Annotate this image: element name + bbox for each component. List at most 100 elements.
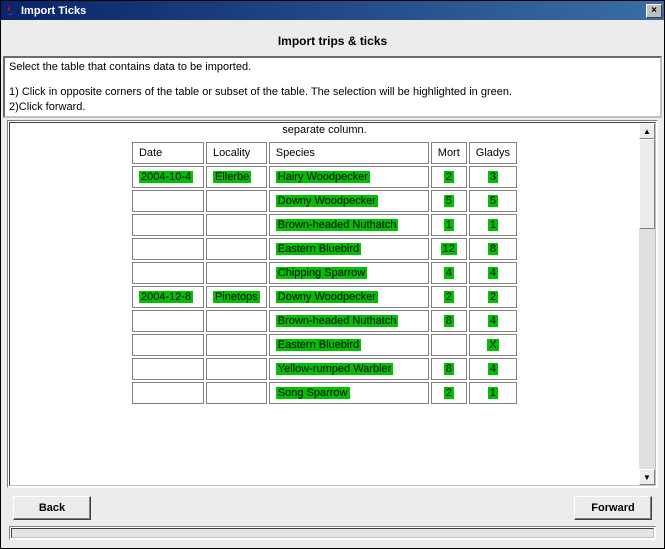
highlighted-value: 1 [488, 219, 498, 231]
cell-locality[interactable] [206, 262, 267, 284]
cell-mort[interactable]: 1 [431, 214, 467, 236]
scroll-down-icon[interactable]: ▼ [639, 469, 655, 485]
cell-mort[interactable]: 8 [431, 310, 467, 332]
cell-gladys[interactable]: 4 [469, 310, 517, 332]
highlighted-value: 2 [444, 291, 454, 303]
highlighted-value: 1 [488, 387, 498, 399]
cell-mort[interactable]: 4 [431, 262, 467, 284]
java-icon [3, 4, 17, 18]
vertical-scrollbar[interactable]: ▲ ▼ [639, 123, 655, 485]
cell-species[interactable]: Song Sparrow [269, 382, 429, 404]
back-button[interactable]: Back [13, 496, 91, 520]
close-icon[interactable]: × [646, 4, 662, 18]
table-row[interactable]: Song Sparrow 2 1 [132, 382, 517, 404]
cell-species[interactable]: Eastern Bluebird [269, 334, 429, 356]
table-row[interactable]: 2004-10-4 Ellerbe Hairy Woodpecker 2 3 [132, 166, 517, 188]
highlighted-value: Downy Woodpecker [276, 291, 378, 303]
highlighted-value: Ellerbe [213, 171, 251, 183]
table-row[interactable]: Downy Woodpecker 55 [132, 190, 517, 212]
cell-species[interactable]: Brown-headed Nuthatch [269, 214, 429, 236]
highlighted-value: Chipping Sparrow [276, 267, 367, 279]
table-row[interactable]: 2004-12-8 Pinetops Downy Woodpecker 2 2 [132, 286, 517, 308]
table-row[interactable]: Yellow-rumped Warbler 8 4 [132, 358, 517, 380]
cell-species[interactable]: Downy Woodpecker [269, 286, 429, 308]
col-header-species: Species [269, 142, 429, 164]
highlighted-value: Yellow-rumped Warbler [276, 363, 394, 375]
highlighted-value: 2004-12-8 [139, 291, 193, 303]
cell-gladys[interactable]: 8 [469, 238, 517, 260]
highlighted-value: 2 [444, 171, 454, 183]
highlighted-value: Song Sparrow [276, 387, 350, 399]
cell-locality[interactable]: Pinetops [206, 286, 267, 308]
highlighted-value: 8 [444, 363, 454, 375]
cell-locality[interactable] [206, 382, 267, 404]
cell-date[interactable] [132, 310, 204, 332]
forward-button[interactable]: Forward [574, 496, 652, 520]
cell-gladys[interactable]: 3 [469, 166, 517, 188]
col-header-locality: Locality [206, 142, 267, 164]
cell-locality[interactable] [206, 214, 267, 236]
cell-species[interactable]: Downy Woodpecker [269, 190, 429, 212]
cell-date[interactable] [132, 262, 204, 284]
cell-mort[interactable]: 12 [431, 238, 467, 260]
cell-species[interactable]: Hairy Woodpecker [269, 166, 429, 188]
cell-locality[interactable] [206, 190, 267, 212]
cell-species[interactable]: Brown-headed Nuthatch [269, 310, 429, 332]
cell-gladys[interactable]: 4 [469, 262, 517, 284]
col-header-mort: Mort [431, 142, 467, 164]
highlighted-value: 12 [441, 243, 457, 255]
cell-gladys[interactable]: 2 [469, 286, 517, 308]
scroll-track[interactable] [639, 139, 655, 469]
cell-gladys[interactable]: 5 [469, 190, 517, 212]
cell-species[interactable]: Chipping Sparrow [269, 262, 429, 284]
cell-mort[interactable]: 8 [431, 358, 467, 380]
table-header-row: Date Locality Species Mort Gladys [132, 142, 517, 164]
table-row[interactable]: Brown-headed Nuthatch 1 1 [132, 214, 517, 236]
table-viewport[interactable]: separate column. Date Locality Species M… [10, 123, 639, 485]
cell-date[interactable] [132, 190, 204, 212]
cell-gladys[interactable]: 1 [469, 214, 517, 236]
instructions-panel: Select the table that contains data to b… [3, 56, 662, 118]
cell-locality[interactable] [206, 310, 267, 332]
table-row[interactable]: Chipping Sparrow 44 [132, 262, 517, 284]
cell-date[interactable] [132, 334, 204, 356]
cell-mort[interactable]: 2 [431, 166, 467, 188]
table-row[interactable]: Eastern Bluebird X [132, 334, 517, 356]
highlighted-value: 4 [488, 363, 498, 375]
cell-gladys[interactable]: 1 [469, 382, 517, 404]
highlighted-value: 3 [488, 171, 498, 183]
cell-species[interactable]: Eastern Bluebird [269, 238, 429, 260]
cell-mort[interactable] [431, 334, 467, 356]
import-table[interactable]: Date Locality Species Mort Gladys 2004-1… [130, 140, 519, 406]
cell-date[interactable] [132, 238, 204, 260]
cell-date[interactable]: 2004-10-4 [132, 166, 204, 188]
highlighted-value: Eastern Bluebird [276, 339, 361, 351]
scroll-up-icon[interactable]: ▲ [639, 123, 655, 139]
cell-locality[interactable] [206, 334, 267, 356]
cell-mort[interactable]: 2 [431, 286, 467, 308]
cell-date[interactable] [132, 214, 204, 236]
highlighted-value: 1 [444, 219, 454, 231]
title-bar: Import Ticks × [1, 1, 664, 20]
table-scrollpane: separate column. Date Locality Species M… [7, 120, 658, 488]
highlighted-value: Pinetops [213, 291, 260, 303]
cell-locality[interactable] [206, 358, 267, 380]
cell-locality[interactable]: Ellerbe [206, 166, 267, 188]
highlighted-value: 2004-10-4 [139, 171, 193, 183]
scroll-thumb[interactable] [639, 139, 655, 229]
cell-date[interactable] [132, 382, 204, 404]
cell-gladys[interactable]: X [469, 334, 517, 356]
table-row[interactable]: Eastern Bluebird 12 8 [132, 238, 517, 260]
cell-mort[interactable]: 5 [431, 190, 467, 212]
highlighted-value: Downy Woodpecker [276, 195, 378, 207]
cell-date[interactable] [132, 358, 204, 380]
cell-locality[interactable] [206, 238, 267, 260]
instructions-step1: 1) Click in opposite corners of the tabl… [9, 85, 656, 99]
highlighted-value: 2 [488, 291, 498, 303]
cell-species[interactable]: Yellow-rumped Warbler [269, 358, 429, 380]
cell-mort[interactable]: 2 [431, 382, 467, 404]
instructions-intro: Select the table that contains data to b… [9, 60, 656, 74]
cell-gladys[interactable]: 4 [469, 358, 517, 380]
cell-date[interactable]: 2004-12-8 [132, 286, 204, 308]
table-row[interactable]: Brown-headed Nuthatch84 [132, 310, 517, 332]
